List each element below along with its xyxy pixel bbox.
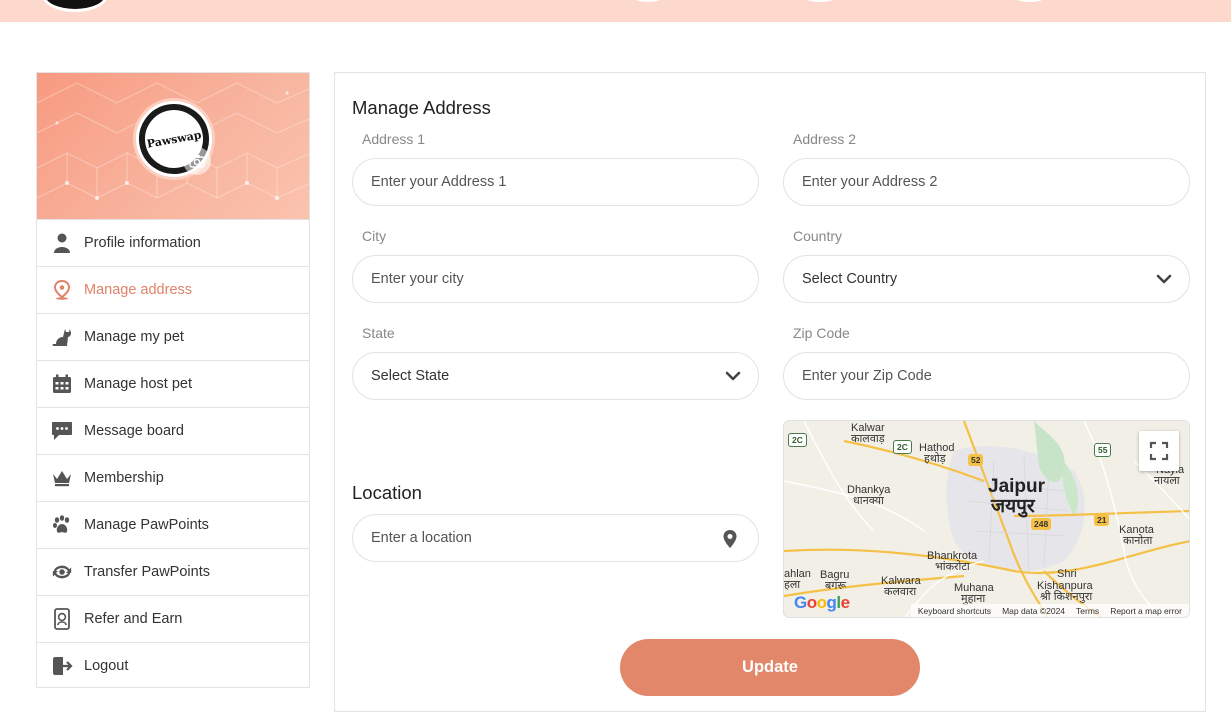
sidebar-item-label: Transfer PawPoints <box>84 564 210 580</box>
highway-shield-55: 55 <box>1094 443 1112 457</box>
transfer-icon <box>51 561 73 583</box>
manage-address-panel: Manage Address Address 1 Enter your Addr… <box>334 72 1206 712</box>
sidebar-item-membership[interactable]: Membership <box>37 454 309 501</box>
map-label-kalwar-hi: कालवाड़ <box>851 433 885 445</box>
map-label-dhankya-hi: धानक्या <box>853 495 884 507</box>
map-label-kanota-hi: कानोता <box>1123 535 1153 547</box>
sidebar-item-refer-and-earn[interactable]: Refer and Earn <box>37 595 309 642</box>
account-sidebar: Pawswap Profile information Manage addre… <box>36 72 310 688</box>
address2-label: Address 2 <box>793 131 857 147</box>
sidebar-item-label: Membership <box>84 470 164 486</box>
sidebar-item-manage-my-pet[interactable]: Manage my pet <box>37 313 309 360</box>
map-label-jaipur: Jaipur <box>988 476 1046 497</box>
map-label-nayla-hi: नायला <box>1154 475 1180 487</box>
paw-icon <box>51 514 73 536</box>
map-label-bhankrota-hi: भांकरोटा <box>935 561 970 573</box>
calendar-icon <box>51 373 73 395</box>
city-field[interactable]: Enter your city <box>352 255 759 303</box>
refer-icon <box>51 608 73 630</box>
city-label: City <box>362 228 387 244</box>
chevron-down-icon <box>724 367 742 389</box>
page-title: Manage Address <box>352 97 491 118</box>
map-label-jaipur-hi: जयपुर <box>991 496 1035 517</box>
sidebar-item-transfer-pawpoints[interactable]: Transfer PawPoints <box>37 548 309 595</box>
crown-icon <box>51 467 73 489</box>
logout-icon <box>51 655 73 677</box>
fullscreen-icon[interactable] <box>1139 431 1179 471</box>
sidebar-item-label: Message board <box>84 423 184 439</box>
map-label-bagru-hi: बगरू <box>825 580 847 592</box>
location-pin-icon <box>51 279 73 301</box>
chevron-down-icon <box>1155 270 1173 292</box>
sidebar-item-label: Manage address <box>84 282 193 298</box>
cat-icon <box>51 326 73 348</box>
sidebar-item-label: Logout <box>84 658 129 674</box>
state-select-value: Select State <box>371 368 450 384</box>
keyboard-shortcuts-link[interactable]: Keyboard shortcuts <box>918 606 991 616</box>
address1-field[interactable]: Enter your Address 1 <box>352 158 759 206</box>
sidebar-item-label: Manage host pet <box>84 376 193 392</box>
location-search-input[interactable]: Enter a location <box>352 514 759 562</box>
header-icon-3[interactable] <box>1010 0 1050 2</box>
country-select-value: Select Country <box>802 271 898 287</box>
highway-shield-248: 248 <box>1031 518 1052 530</box>
sidebar-item-manage-host-pet[interactable]: Manage host pet <box>37 360 309 407</box>
map-label-shri: Shri <box>1057 568 1077 580</box>
location-map[interactable]: Kalwar कालवाड़ Hathod हथोड़ Dhankya धानक… <box>783 420 1190 618</box>
map-label-kalwara-hi: कलवारा <box>884 586 917 598</box>
map-label-hathod-hi: हथोड़ <box>924 453 946 465</box>
state-label: State <box>362 325 395 341</box>
map-data-text: Map data ©2024 <box>1002 605 1066 616</box>
sidebar-item-message-board[interactable]: Message board <box>37 407 309 454</box>
site-logo[interactable] <box>42 0 108 12</box>
sidebar-item-manage-pawpoints[interactable]: Manage PawPoints <box>37 501 309 548</box>
report-map-error-link[interactable]: Report a map error <box>1110 606 1182 616</box>
user-icon <box>51 232 73 254</box>
sidebar-item-label: Manage my pet <box>84 329 184 345</box>
location-placeholder: Enter a location <box>371 530 472 546</box>
address1-label: Address 1 <box>362 131 426 147</box>
highway-shield-52: 52 <box>968 454 984 466</box>
update-button[interactable]: Update <box>620 639 920 696</box>
sidebar-item-label: Manage PawPoints <box>84 517 209 533</box>
location-pin-icon[interactable] <box>722 529 738 553</box>
highway-shield-2c-a: 2C <box>788 433 807 447</box>
sidebar-item-manage-address[interactable]: Manage address <box>37 266 309 313</box>
header-icon-1[interactable] <box>628 0 668 2</box>
map-label-ahlan-hi: हला <box>784 579 801 591</box>
location-title: Location <box>352 482 422 503</box>
map-attribution: Keyboard shortcuts Map data ©2024 Terms … <box>910 604 1189 617</box>
sidebar-item-profile-information[interactable]: Profile information <box>37 219 309 266</box>
map-label-kishanpura-hi: श्री किशनपुरा <box>1040 591 1093 603</box>
highway-shield-21: 21 <box>1094 514 1110 526</box>
state-select[interactable]: Select State <box>352 352 759 400</box>
terms-link[interactable]: Terms <box>1076 606 1099 616</box>
profile-banner: Pawswap <box>37 73 309 219</box>
address2-field[interactable]: Enter your Address 2 <box>783 158 1190 206</box>
chat-bubble-icon <box>51 420 73 442</box>
country-select[interactable]: Select Country <box>783 255 1190 303</box>
sidebar-item-label: Refer and Earn <box>84 611 183 627</box>
top-header-bar <box>0 0 1231 22</box>
sidebar-item-label: Profile information <box>84 235 201 251</box>
header-icon-2[interactable] <box>800 0 840 2</box>
sidebar-menu: Profile information Manage address Manag… <box>37 219 309 689</box>
zip-label: Zip Code <box>793 325 850 341</box>
country-label: Country <box>793 228 843 244</box>
sidebar-item-logout[interactable]: Logout <box>37 642 309 689</box>
highway-shield-2c-b: 2C <box>893 440 912 454</box>
google-logo: Google <box>794 593 850 612</box>
zip-field[interactable]: Enter your Zip Code <box>783 352 1190 400</box>
camera-icon[interactable] <box>183 147 211 175</box>
